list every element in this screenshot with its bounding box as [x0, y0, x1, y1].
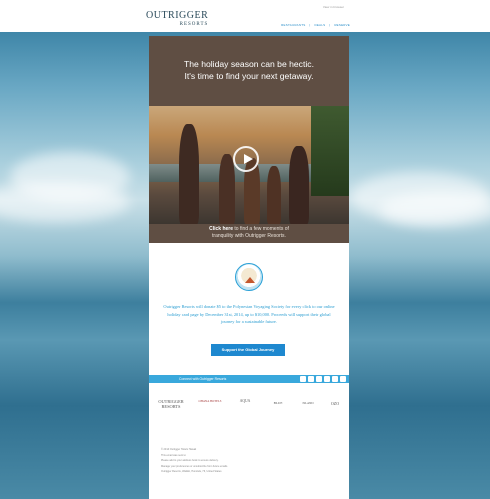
cloud	[380, 192, 490, 227]
hero-cta-line: Click here to find a few moments of	[149, 226, 349, 233]
content-section: Outrigger Resorts will donate $5 to the …	[149, 243, 349, 499]
hero-section: The holiday season can be hectic. It's t…	[149, 36, 349, 243]
brand-logo-ozo[interactable]: OZO	[323, 401, 347, 406]
video-foliage	[311, 106, 349, 196]
email-content-column: The holiday season can be hectic. It's t…	[149, 36, 349, 499]
youtube-icon[interactable]	[332, 376, 338, 382]
logo-main-text: OUTRIGGER	[146, 10, 209, 21]
nav-link[interactable]: RESTAURANTS	[281, 23, 305, 27]
pinterest-icon[interactable]	[316, 376, 322, 382]
hero-title-line: It's time to find your next getaway.	[184, 71, 314, 81]
nav-separator: |	[309, 23, 311, 27]
nav-link[interactable]: RESERVE	[334, 23, 350, 27]
video-person	[179, 124, 199, 224]
hero-cta-line: tranquility with Outrigger Resorts.	[212, 233, 286, 239]
twitter-icon[interactable]	[308, 376, 314, 382]
connect-label: Connect with Outrigger Resorts	[179, 377, 227, 381]
facebook-icon[interactable]	[300, 376, 306, 382]
instagram-icon[interactable]	[324, 376, 330, 382]
googleplus-icon[interactable]	[340, 376, 346, 382]
email-header: View in browser OUTRIGGER RESORTS RESTAU…	[0, 0, 490, 32]
logo-sub-text: RESORTS	[179, 22, 209, 27]
hero-cta-rest: to find a few moments of	[233, 226, 289, 232]
view-in-browser-link[interactable]: View in browser	[323, 5, 344, 9]
footer-line: Outrigger Resorts, Waikiki, Honolulu, HI…	[161, 470, 222, 474]
video-thumbnail[interactable]	[149, 106, 349, 224]
brand-logo-outrigger[interactable]: OUTRIGGER RESORTS	[153, 399, 189, 409]
footer-line: This email was sent to	[161, 453, 186, 457]
voyaging-society-seal-icon	[235, 263, 263, 291]
play-icon[interactable]	[233, 146, 259, 172]
footer-line: © 2014 Outrigger Hotels Hawaii	[161, 448, 197, 451]
cloud	[0, 182, 130, 222]
video-person	[289, 146, 309, 224]
video-person	[219, 154, 235, 224]
brand-logo-ohana[interactable]: OHANA HOTELS	[195, 399, 225, 403]
hero-title-line: The holiday season can be hectic.	[184, 59, 314, 69]
click-here-link[interactable]: Click here	[209, 226, 233, 232]
hero-cta-text: Click here to find a few moments of tran…	[149, 226, 349, 240]
footer-line[interactable]: Manage your preferences or unsubscribe f…	[161, 465, 337, 470]
connect-bar: Connect with Outrigger Resorts	[149, 375, 349, 383]
donation-text: Outrigger Resorts will donate $5 to the …	[163, 304, 335, 325]
nav-separator: |	[329, 23, 331, 27]
footer: © 2014 Outrigger Hotels Hawaii This emai…	[161, 448, 337, 476]
nav-link[interactable]: DEALS	[314, 23, 325, 27]
video-person	[267, 166, 281, 224]
brand-logo-island[interactable]: ISLAND	[297, 401, 319, 405]
brand-logo-blue[interactable]: BLUE	[263, 401, 293, 405]
footer-line: Please add to your address book to ensur…	[161, 459, 219, 463]
brand-logos: OUTRIGGER RESORTS OHANA HOTELS AQUA BLUE…	[149, 393, 349, 433]
header-nav: RESTAURANTS | DEALS | RESERVE	[281, 23, 350, 27]
brand-logo-aqua[interactable]: AQUA	[231, 399, 259, 403]
hero-title: The holiday season can be hectic. It's t…	[149, 58, 349, 82]
support-journey-button[interactable]: Support the Global Journey	[211, 344, 285, 356]
outrigger-logo[interactable]: OUTRIGGER RESORTS	[146, 11, 208, 28]
